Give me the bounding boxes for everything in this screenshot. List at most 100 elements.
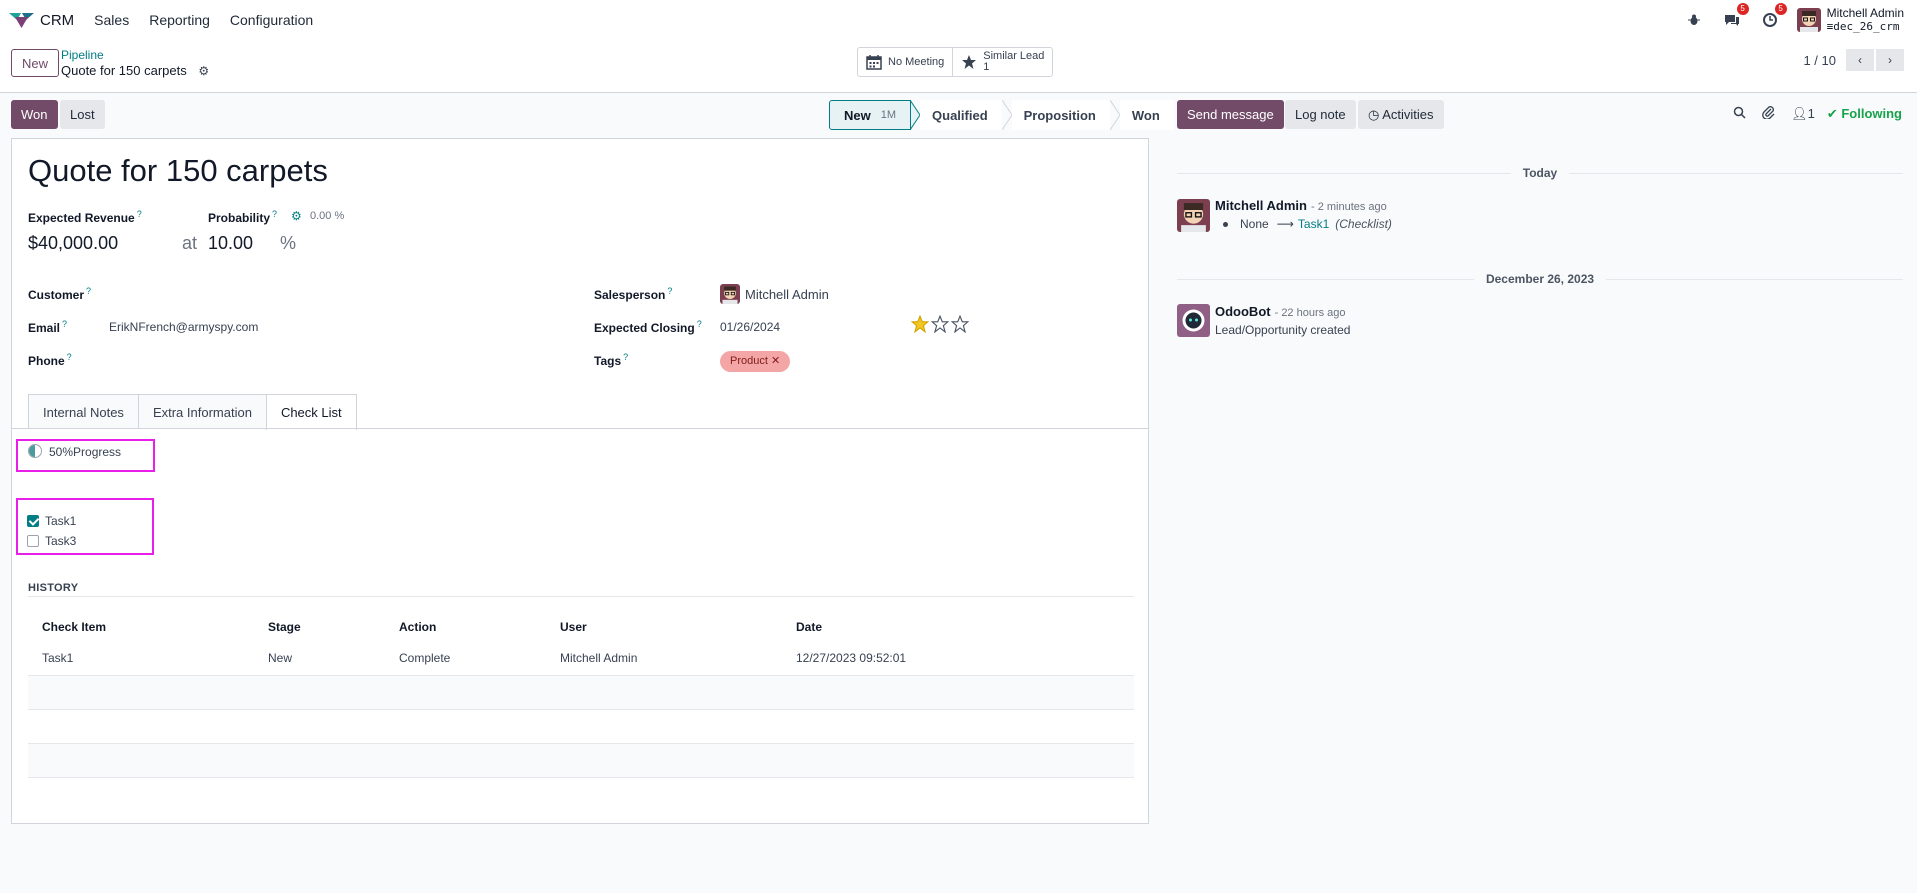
history-table: Check Item Stage Action User Date Task1 … <box>28 613 1134 778</box>
task3-label: Task3 <box>45 534 77 548</box>
tab-check-list[interactable]: Check List <box>265 394 357 430</box>
tab-extra-information[interactable]: Extra Information <box>137 394 267 429</box>
priority-star-icon[interactable] <box>931 315 949 333</box>
cell-stage: New <box>254 641 385 676</box>
new-button[interactable]: New <box>11 49 60 77</box>
tracking-new-value: Task1 <box>1297 217 1330 231</box>
tracking-field-name: (Checklist) <box>1335 217 1392 231</box>
stage-proposition[interactable]: Proposition <box>1011 100 1110 130</box>
priority-stars <box>911 315 971 333</box>
col-stage[interactable]: Stage <box>254 613 385 641</box>
auto-probability-gear-icon[interactable]: ⚙ <box>291 209 302 223</box>
search-icon[interactable] <box>1733 106 1746 122</box>
bullet <box>1223 221 1228 227</box>
similar-lead-smart-button[interactable]: Similar Lead 1 <box>952 48 1052 76</box>
history-divider <box>28 596 1134 597</box>
progress-pie-icon <box>28 444 42 458</box>
history-header-row: Check Item Stage Action User Date <box>28 613 1134 641</box>
probability-field[interactable]: 10.00 <box>208 233 253 254</box>
cell-check-item: Task1 <box>28 641 254 676</box>
pager-next-icon[interactable]: › <box>1876 49 1904 71</box>
col-user[interactable]: User <box>546 613 782 641</box>
user-menu[interactable]: Mitchell Admin ≡dec_26_crm <box>1826 6 1904 34</box>
debug-bug-icon[interactable] <box>1685 11 1703 29</box>
col-action[interactable]: Action <box>385 613 546 641</box>
col-date[interactable]: Date <box>782 613 1134 641</box>
stage-new[interactable]: New 1M <box>829 100 912 130</box>
activities-button[interactable]: ◷ Activities <box>1358 100 1444 129</box>
task1-checkbox[interactable] <box>27 515 39 527</box>
empty-row <box>28 675 1134 710</box>
menu-sales[interactable]: Sales <box>94 12 129 28</box>
automated-probability: 0.00 % <box>310 210 345 222</box>
mark-lost-button[interactable]: Lost <box>60 100 105 129</box>
activities-badge: 5 <box>1774 3 1787 15</box>
user-name: Mitchell Admin <box>1826 6 1904 20</box>
message-author[interactable]: Mitchell Admin - 2 minutes ago <box>1215 198 1387 213</box>
notebook-tabs: Internal Notes Extra Information Check L… <box>28 394 357 430</box>
menu-reporting[interactable]: Reporting <box>149 12 210 28</box>
tab-internal-notes[interactable]: Internal Notes <box>28 394 139 429</box>
stage-arrow-icon <box>910 100 921 130</box>
messages-badge: 5 <box>1736 3 1749 15</box>
cell-user: Mitchell Admin <box>546 641 782 676</box>
priority-star-icon[interactable] <box>951 315 969 333</box>
pager-value[interactable]: 1 / 10 <box>1803 53 1836 68</box>
star-icon <box>962 55 977 69</box>
arrow-right-icon: ⟶ <box>1276 217 1294 231</box>
breadcrumb: Pipeline Quote for 150 carpets ⚙ <box>61 48 209 79</box>
at-text: at <box>182 233 198 253</box>
expected-revenue-label: Expected Revenue? <box>28 209 142 225</box>
meeting-smart-button[interactable]: No Meeting <box>858 48 952 76</box>
expected-closing-field[interactable]: 01/26/2024 <box>720 320 780 334</box>
tag-remove-icon[interactable]: ✕ <box>771 355 780 367</box>
paperclip-icon[interactable] <box>1762 105 1775 122</box>
priority-star-icon[interactable] <box>911 315 929 333</box>
followers-button[interactable]: 👤︎1 <box>1791 106 1815 122</box>
smart-buttons: No Meeting Similar Lead 1 <box>857 47 1054 77</box>
form-sheet: Quote for 150 carpets Expected Revenue? … <box>11 138 1149 824</box>
crm-app-icon[interactable] <box>9 11 34 29</box>
messaging-chat-icon[interactable]: 5 <box>1723 3 1749 29</box>
send-message-button[interactable]: Send message <box>1177 100 1284 129</box>
lead-title[interactable]: Quote for 150 carpets <box>28 153 328 189</box>
mark-won-button[interactable]: Won <box>11 100 58 129</box>
salesperson-avatar <box>720 284 740 304</box>
calendar-icon <box>866 55 882 70</box>
log-note-button[interactable]: Log note <box>1285 100 1356 129</box>
tag-product[interactable]: Product ✕ <box>720 351 791 372</box>
control-panel: New Pipeline Quote for 150 carpets ⚙ No … <box>0 40 1917 93</box>
message-author[interactable]: OdooBot - 22 hours ago <box>1215 304 1346 319</box>
task3-checkbox[interactable] <box>27 535 39 547</box>
mitchell-admin-avatar[interactable] <box>1177 199 1210 232</box>
user-avatar[interactable] <box>1796 8 1821 32</box>
breadcrumb-current: Quote for 150 carpets <box>61 63 187 78</box>
col-check-item[interactable]: Check Item <box>28 613 254 641</box>
tracking-value: None ⟶ Task1 (Checklist) <box>1223 217 1392 231</box>
breadcrumb-pipeline-link[interactable]: Pipeline <box>61 48 209 63</box>
stage-won[interactable]: Won <box>1119 100 1174 130</box>
table-row[interactable]: Task1 New Complete Mitchell Admin 12/27/… <box>28 641 1134 676</box>
expected-revenue-field[interactable]: $40,000.00 <box>28 233 118 254</box>
email-field[interactable]: ErikNFrench@armyspy.com <box>109 320 258 334</box>
systray: 5 5 Mitchell Admin ≡dec_26_crm <box>1665 0 1904 40</box>
message-time: - 22 hours ago <box>1274 307 1346 319</box>
pager-previous-icon[interactable]: ‹ <box>1846 49 1874 71</box>
stage-arrow-icon <box>1109 100 1120 130</box>
tracking-old-value: None <box>1240 217 1269 231</box>
menu-configuration[interactable]: Configuration <box>230 12 313 28</box>
record-actions-gear-icon[interactable]: ⚙ <box>198 64 209 79</box>
chatter-topbar-tools: 👤︎1 ✔ Following <box>1717 105 1902 122</box>
stage-qualified[interactable]: Qualified <box>920 100 1002 130</box>
following-button[interactable]: ✔ Following <box>1827 106 1902 122</box>
user-icon: 👤︎ <box>1791 105 1808 121</box>
tab-divider <box>12 428 1148 429</box>
odoobot-avatar[interactable] <box>1177 304 1210 337</box>
cell-action: Complete <box>385 641 546 676</box>
empty-row <box>28 743 1134 778</box>
salesperson-field[interactable]: Mitchell Admin <box>745 287 829 302</box>
activities-clock-icon[interactable]: 5 <box>1761 3 1787 29</box>
app-name[interactable]: CRM <box>40 12 74 29</box>
similar-lead-text: Similar Lead 1 <box>983 50 1045 73</box>
expected-closing-label: Expected Closing? <box>594 319 702 335</box>
